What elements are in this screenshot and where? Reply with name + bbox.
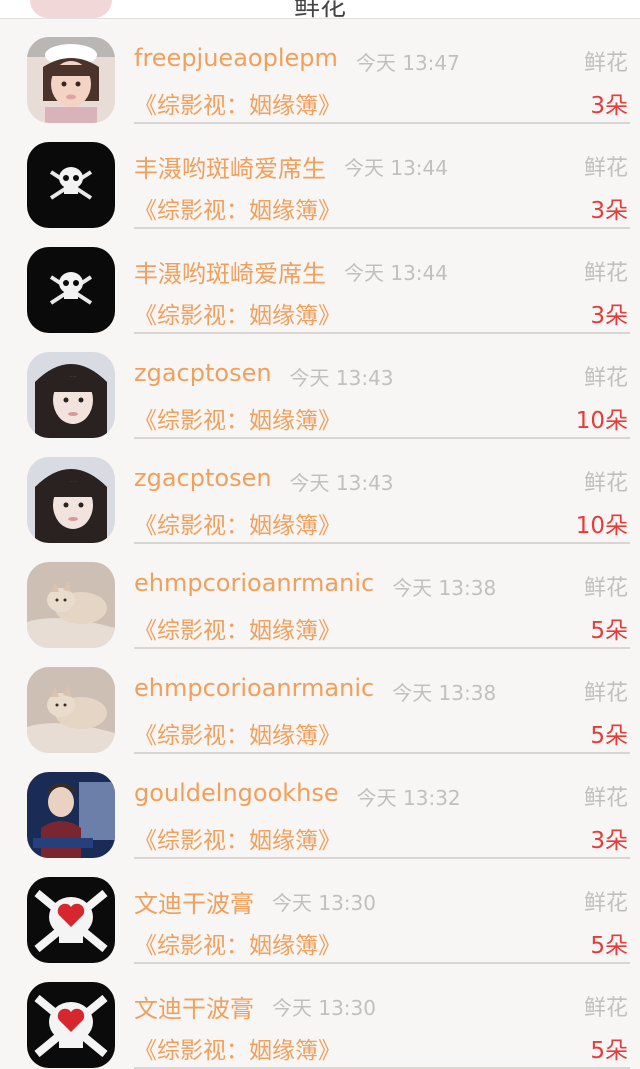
timestamp: 今天 13:43 (289, 471, 394, 495)
flower-count: 10朵 (575, 513, 628, 539)
gift-type-label: 鲜花 (583, 471, 628, 496)
gift-type-label: 鲜花 (583, 996, 628, 1021)
timestamp: 今天 13:30 (271, 891, 376, 915)
avatar-skull-emblem[interactable] (27, 247, 115, 333)
timestamp: 今天 13:38 (392, 681, 497, 705)
avatar-girl-photo[interactable] (27, 37, 115, 123)
avatar-cat-photo[interactable] (27, 562, 115, 648)
book-title[interactable]: 《综影视：姻缘簿》 (134, 191, 341, 225)
avatar-cat-photo[interactable] (27, 667, 115, 753)
flower-count: 5朵 (590, 618, 628, 644)
flower-count: 5朵 (590, 1038, 628, 1064)
flower-count: 3朵 (590, 303, 628, 329)
timestamp: 今天 13:30 (271, 996, 376, 1020)
timestamp: 今天 13:47 (355, 51, 460, 75)
timestamp: 今天 13:38 (392, 576, 497, 600)
flower-count: 3朵 (590, 198, 628, 224)
avatar-skull-emblem[interactable] (27, 142, 115, 228)
timestamp: 今天 13:43 (289, 366, 394, 390)
flower-gift-list: freepjueaoplepm 今天 13:47 鲜花 《综影视：姻缘簿》 3朵… (0, 19, 640, 1069)
avatar-heart-skull[interactable] (27, 877, 115, 963)
list-item[interactable]: zgacptosen 今天 13:43 鲜花 《综影视：姻缘簿》 10朵 (0, 334, 640, 439)
gift-type-label: 鲜花 (583, 51, 628, 76)
book-title[interactable]: 《综影视：姻缘簿》 (134, 1031, 341, 1065)
book-title[interactable]: 《综影视：姻缘簿》 (134, 401, 341, 435)
book-title[interactable]: 《综影视：姻缘簿》 (134, 716, 341, 750)
list-item[interactable]: 丰滠哟斑崎爱席生 今天 13:44 鲜花 《综影视：姻缘簿》 3朵 (0, 229, 640, 334)
avatar-heart-skull[interactable] (27, 982, 115, 1068)
gift-type-label: 鲜花 (583, 891, 628, 916)
gift-type-label: 鲜花 (583, 156, 628, 181)
book-title[interactable]: 《综影视：姻缘簿》 (134, 821, 341, 855)
list-item[interactable]: 文迪干波膏 今天 13:30 鲜花 《综影视：姻缘簿》 5朵 (0, 859, 640, 964)
book-title[interactable]: 《综影视：姻缘簿》 (134, 926, 341, 960)
list-item[interactable]: 丰滠哟斑崎爱席生 今天 13:44 鲜花 《综影视：姻缘簿》 3朵 (0, 124, 640, 229)
avatar-woman-photo[interactable] (27, 457, 115, 543)
gift-type-label: 鲜花 (583, 366, 628, 391)
page-title: 鲜花 (293, 0, 346, 19)
list-item[interactable]: ehmpcorioanrmanic 今天 13:38 鲜花 《综影视：姻缘簿》 … (0, 649, 640, 754)
username[interactable]: gouldelngookhse (134, 779, 339, 807)
book-title[interactable]: 《综影视：姻缘簿》 (134, 506, 341, 540)
top-navigation-bar: 鲜花 (0, 0, 640, 19)
list-item[interactable]: gouldelngookhse 今天 13:32 鲜花 《综影视：姻缘簿》 3朵 (0, 754, 640, 859)
gift-type-label: 鲜花 (583, 576, 628, 601)
username[interactable]: 文迪干波膏 (134, 884, 254, 919)
username[interactable]: ehmpcorioanrmanic (134, 569, 374, 597)
gift-type-label: 鲜花 (583, 681, 628, 706)
username[interactable]: 丰滠哟斑崎爱席生 (134, 149, 326, 184)
avatar-man-photo[interactable] (27, 772, 115, 858)
book-title[interactable]: 《综影视：姻缘簿》 (134, 86, 341, 120)
flower-count: 3朵 (590, 93, 628, 119)
username[interactable]: 丰滠哟斑崎爱席生 (134, 254, 326, 289)
book-title[interactable]: 《综影视：姻缘簿》 (134, 611, 341, 645)
list-item[interactable]: zgacptosen 今天 13:43 鲜花 《综影视：姻缘簿》 10朵 (0, 439, 640, 544)
username[interactable]: 文迪干波膏 (134, 989, 254, 1024)
gift-type-label: 鲜花 (583, 786, 628, 811)
timestamp: 今天 13:44 (343, 156, 448, 180)
avatar-woman-photo[interactable] (27, 352, 115, 438)
username[interactable]: ehmpcorioanrmanic (134, 674, 374, 702)
list-item[interactable]: freepjueaoplepm 今天 13:47 鲜花 《综影视：姻缘簿》 3朵 (0, 19, 640, 124)
timestamp: 今天 13:44 (343, 261, 448, 285)
list-item[interactable]: 文迪干波膏 今天 13:30 鲜花 《综影视：姻缘簿》 5朵 (0, 964, 640, 1069)
username[interactable]: freepjueaoplepm (134, 44, 338, 72)
gift-type-label: 鲜花 (583, 261, 628, 286)
list-item[interactable]: ehmpcorioanrmanic 今天 13:38 鲜花 《综影视：姻缘簿》 … (0, 544, 640, 649)
timestamp: 今天 13:32 (356, 786, 461, 810)
flower-count: 3朵 (590, 828, 628, 854)
username[interactable]: zgacptosen (134, 464, 272, 492)
flower-count: 10朵 (575, 408, 628, 434)
flower-count: 5朵 (590, 933, 628, 959)
book-title[interactable]: 《综影视：姻缘簿》 (134, 296, 341, 330)
flower-count: 5朵 (590, 723, 628, 749)
username[interactable]: zgacptosen (134, 359, 272, 387)
